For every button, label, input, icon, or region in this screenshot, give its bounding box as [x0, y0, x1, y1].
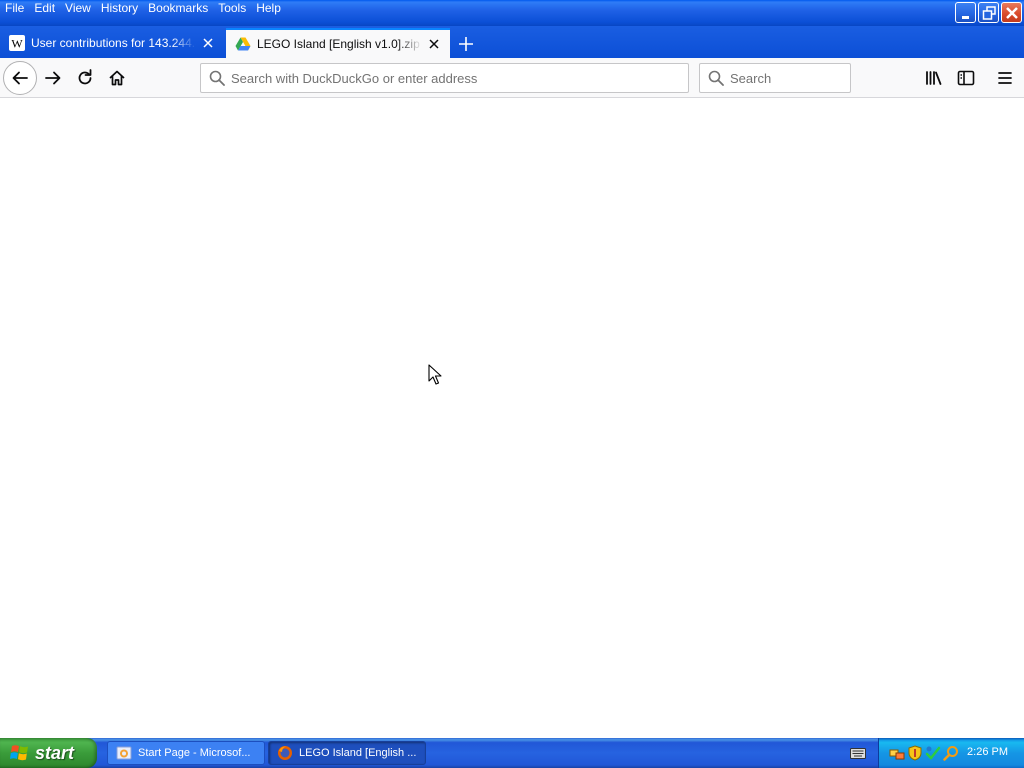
library-button[interactable]: [918, 62, 950, 94]
library-icon: [926, 71, 942, 85]
search-icon: [708, 70, 724, 86]
google-drive-icon: [235, 37, 251, 51]
network-icon[interactable]: [889, 745, 905, 761]
tab-lego-island[interactable]: LEGO Island [English v1.0].zip - Go: [226, 28, 450, 58]
search-magnifier-icon[interactable]: [943, 745, 959, 761]
restore-button[interactable]: [978, 2, 999, 23]
search-icon: [209, 70, 225, 86]
tab-strip: W User contributions for 143.244.47 LEGO…: [0, 26, 1024, 58]
taskbar-item-label: LEGO Island [English ...: [299, 747, 417, 759]
reload-icon: [78, 69, 92, 85]
restore-icon: [982, 6, 996, 20]
close-icon: [1006, 7, 1018, 19]
firefox-icon: [278, 746, 292, 760]
clock: 2:26 PM: [967, 746, 1008, 758]
forward-arrow-icon: [45, 71, 61, 85]
reload-button[interactable]: [69, 62, 101, 94]
menu-bar: File Edit View History Bookmarks Tools H…: [0, 0, 286, 18]
taskbar-item-lego-island[interactable]: LEGO Island [English ...: [268, 741, 426, 765]
start-label: start: [35, 742, 75, 763]
window-controls: [955, 2, 1022, 23]
new-tab-plus-icon[interactable]: [456, 34, 476, 54]
wikipedia-icon: W: [9, 35, 25, 51]
back-arrow-icon: [12, 71, 28, 85]
hamburger-menu-icon: [998, 72, 1012, 84]
taskbar-item-start-page[interactable]: Start Page - Microsof...: [107, 741, 265, 765]
navigation-toolbar: [0, 58, 1024, 98]
mouse-pointer-icon: [428, 364, 442, 385]
update-icon[interactable]: [925, 745, 941, 761]
page-content: [0, 99, 1024, 738]
forward-button[interactable]: [37, 62, 69, 94]
menu-tools[interactable]: Tools: [213, 0, 251, 18]
taskbar: start Start Page - Microsof... LEGO Isla…: [0, 738, 1024, 768]
menu-edit[interactable]: Edit: [29, 0, 60, 18]
back-button[interactable]: [3, 61, 37, 95]
tab-title: User contributions for 143.244.47: [31, 36, 196, 50]
windows-logo-icon: [10, 745, 28, 761]
app-menu-button[interactable]: [989, 62, 1021, 94]
ie-window-icon: [116, 746, 132, 760]
minimize-icon: [962, 16, 969, 19]
search-bar[interactable]: [699, 63, 906, 93]
address-bar[interactable]: [200, 63, 689, 93]
home-button[interactable]: [101, 62, 133, 94]
system-tray: 2:26 PM: [878, 738, 1024, 768]
address-input[interactable]: [231, 66, 688, 90]
sidebar-button[interactable]: [950, 62, 982, 94]
tab-user-contributions[interactable]: W User contributions for 143.244.47: [0, 28, 224, 58]
tab-title: LEGO Island [English v1.0].zip - Go: [257, 37, 422, 51]
taskbar-item-label: Start Page - Microsof...: [138, 747, 251, 759]
menu-bookmarks[interactable]: Bookmarks: [143, 0, 213, 18]
menu-history[interactable]: History: [96, 0, 143, 18]
svg-text:W: W: [11, 37, 23, 51]
start-button[interactable]: start: [0, 738, 97, 768]
keyboard-language-icon[interactable]: [850, 746, 866, 760]
close-window-button[interactable]: [1001, 2, 1022, 23]
menu-view[interactable]: View: [60, 0, 96, 18]
window-titlebar: File Edit View History Bookmarks Tools H…: [0, 0, 1024, 26]
sidebar-icon: [957, 70, 975, 86]
home-icon: [109, 70, 125, 86]
menu-file[interactable]: File: [0, 0, 29, 18]
tab-close-icon[interactable]: [200, 35, 216, 51]
minimize-button[interactable]: [955, 2, 976, 23]
security-shield-icon[interactable]: [907, 745, 923, 761]
tab-close-icon[interactable]: [426, 36, 442, 52]
menu-help[interactable]: Help: [251, 0, 286, 18]
search-input[interactable]: [730, 66, 906, 90]
